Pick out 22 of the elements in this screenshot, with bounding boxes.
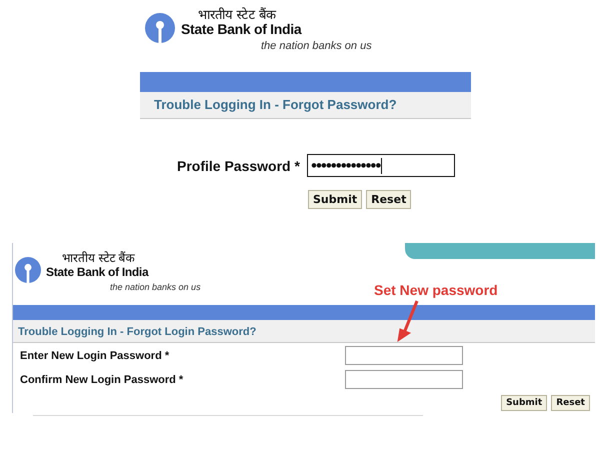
annotation-arrow <box>396 299 420 343</box>
field-label: Profile Password * <box>176 158 301 174</box>
password-field[interactable] <box>345 370 463 389</box>
password-field[interactable] <box>345 346 463 365</box>
submit-button[interactable]: Submit <box>308 190 362 209</box>
field-label: Enter New Login Password * <box>19 350 170 362</box>
bank-hindi-name: भारतीय स्टेट बैंक <box>62 251 136 265</box>
bank-logo-icon <box>15 257 41 283</box>
bank-name: State Bank of India <box>46 265 150 280</box>
bank-logo-icon <box>145 13 175 43</box>
submit-button[interactable]: Submit <box>501 395 548 411</box>
annotation-text: Set New password <box>374 282 498 298</box>
bank-hindi-name: भारतीय स्टेट बैंक <box>198 7 278 22</box>
bank-tagline: the nation banks on us <box>261 40 372 52</box>
page-title: Trouble Logging In - Forgot Password? <box>154 97 397 112</box>
field-label: Confirm New Login Password * <box>19 374 184 386</box>
reset-button[interactable]: Reset <box>551 395 590 411</box>
bank-name: State Bank of India <box>181 22 303 37</box>
page-title: Trouble Logging In - Forgot Login Password? <box>18 326 256 338</box>
bank-tagline: the nation banks on us <box>110 282 201 292</box>
password-field[interactable]: •••••••••••••• <box>307 154 455 177</box>
reset-button[interactable]: Reset <box>366 190 412 209</box>
